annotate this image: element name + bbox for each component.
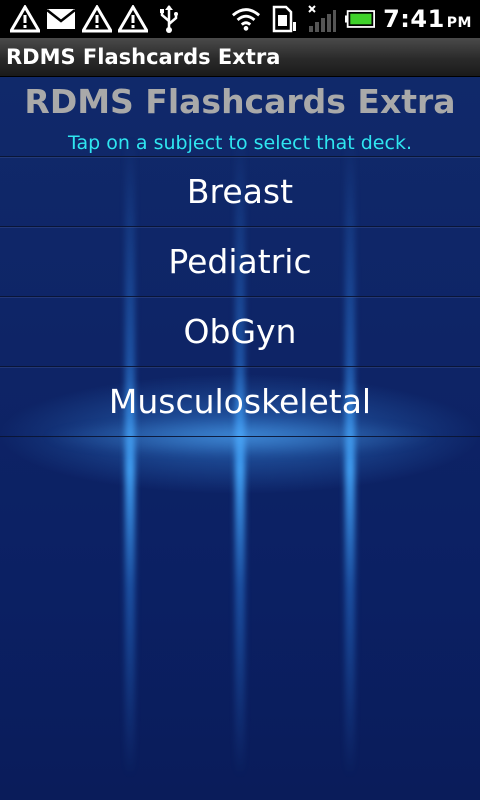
deck-item-pediatric[interactable]: Pediatric	[0, 226, 480, 296]
alert-icon	[118, 4, 148, 34]
system-status: 7:41 PM	[231, 4, 480, 34]
signal-icon	[307, 4, 337, 34]
wifi-icon	[231, 4, 261, 34]
title-bar: RDMS Flashcards Extra	[0, 38, 480, 77]
window-title: RDMS Flashcards Extra	[6, 45, 281, 69]
mail-icon	[46, 4, 76, 34]
status-bar: 7:41 PM	[0, 0, 480, 38]
app-title: RDMS Flashcards Extra	[24, 82, 456, 121]
battery-icon	[345, 4, 376, 34]
clock: 7:41 PM	[383, 5, 472, 33]
usb-icon	[154, 4, 184, 34]
notification-icons	[0, 4, 184, 34]
main-content: RDMS Flashcards Extra Tap on a subject t…	[0, 77, 480, 800]
deck-item-breast[interactable]: Breast	[0, 156, 480, 226]
deck-item-obgyn[interactable]: ObGyn	[0, 296, 480, 366]
alert-icon	[82, 4, 112, 34]
instruction-text: Tap on a subject to select that deck.	[68, 132, 412, 154]
deck-item-musculoskeletal[interactable]: Musculoskeletal	[0, 366, 480, 437]
deck-list: Breast Pediatric ObGyn Musculoskeletal	[0, 156, 480, 437]
sim-card-icon	[269, 4, 299, 34]
alert-icon	[10, 4, 40, 34]
